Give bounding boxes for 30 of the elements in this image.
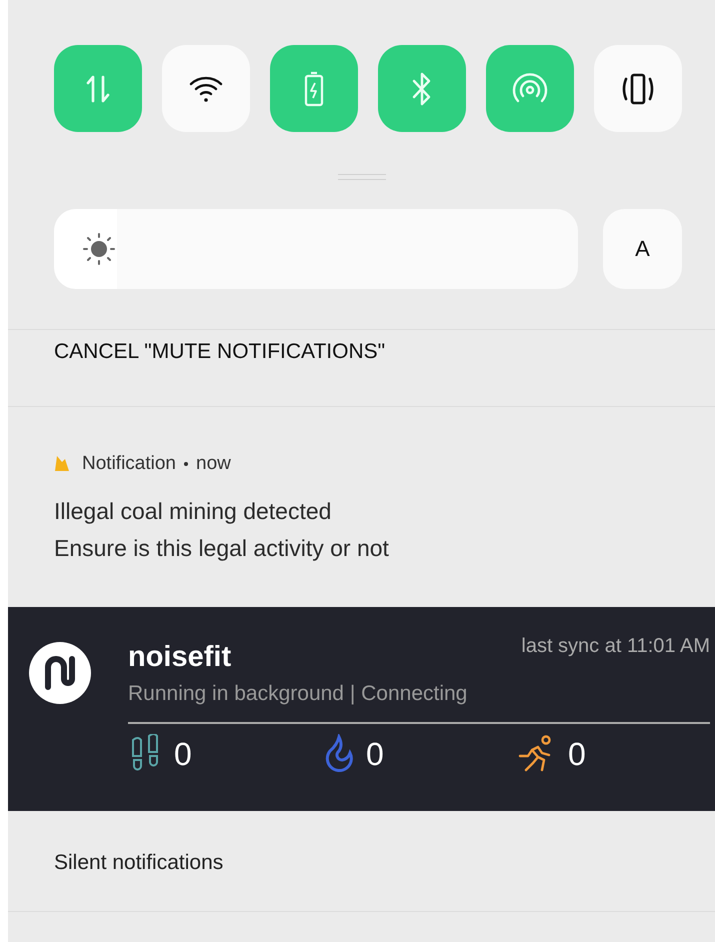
status-text: Running in background | Connecting xyxy=(128,682,468,706)
app-logo xyxy=(28,641,92,705)
notification-title: Illegal coal mining detected xyxy=(54,497,332,526)
data-arrows-icon xyxy=(84,74,112,104)
notification-body: Ensure is this legal activity or not xyxy=(54,534,390,563)
noisefit-card[interactable]: noisefit last sync at 11:01 AM Running in background | Connecting 0 0 0 xyxy=(8,607,715,811)
brightness-slider[interactable] xyxy=(54,209,578,289)
notification-time: now xyxy=(196,453,231,475)
separator-dot xyxy=(184,462,188,466)
app-name: Notification xyxy=(82,453,176,475)
quick-setting-tile[interactable] xyxy=(54,45,142,132)
drag-handle[interactable] xyxy=(338,174,386,180)
battery-charging-icon xyxy=(304,70,324,106)
quick-setting-tile[interactable] xyxy=(162,45,250,132)
section-header: Silent notifications xyxy=(53,850,224,875)
stat-value: 0 xyxy=(174,736,192,772)
stat-value: 0 xyxy=(366,736,384,772)
quick-setting-tile[interactable] xyxy=(270,45,358,132)
stat-value: 0 xyxy=(568,736,586,772)
quick-setting-tile[interactable] xyxy=(486,45,574,132)
flame-icon xyxy=(54,454,70,474)
auto-brightness-button[interactable]: A xyxy=(603,209,682,289)
quick-setting-tile[interactable] xyxy=(378,45,466,132)
cancel-mute-button[interactable]: CANCEL "MUTE NOTIFICATIONS" xyxy=(54,340,386,364)
wifi-icon xyxy=(189,74,223,102)
sync-time: last sync at 11:01 AM xyxy=(521,635,710,658)
sun-icon xyxy=(82,232,116,266)
quick-setting-tile[interactable] xyxy=(594,45,682,132)
bluetooth-icon xyxy=(411,70,433,106)
app-name: noisefit xyxy=(128,641,232,674)
